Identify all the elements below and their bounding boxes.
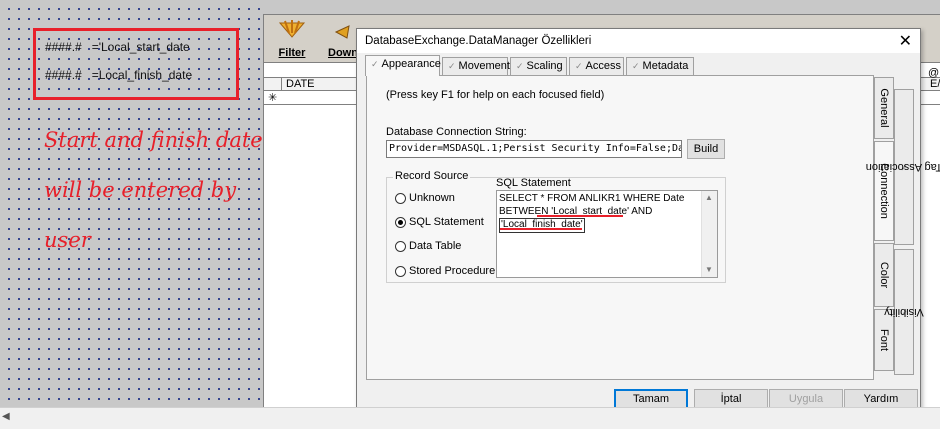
tab-visibility[interactable]: ✓ Visibility <box>884 249 924 375</box>
grid-corner-cell <box>264 78 282 91</box>
annotation-line-1: Start and finish date <box>44 128 263 152</box>
properties-dialog: DatabaseExchange.DataManager Özellikleri… <box>356 28 940 414</box>
dialog-title: DatabaseExchange.DataManager Özellikleri <box>365 35 592 47</box>
scroll-left-icon[interactable]: ◀ <box>2 411 10 422</box>
tab-appearance[interactable]: ✓ Appearance <box>365 55 441 76</box>
annotation-line-2: will be entered by <box>44 178 237 202</box>
annotation-line-3: user <box>44 228 91 252</box>
build-button[interactable]: Build <box>687 139 725 159</box>
filter-button[interactable]: Filter <box>270 17 314 61</box>
radio-unknown[interactable] <box>395 193 406 204</box>
radio-unknown-label: Unknown <box>409 192 455 204</box>
radio-stored-procedure[interactable] <box>395 266 406 277</box>
close-icon[interactable]: ✕ <box>899 31 912 51</box>
scroll-up-icon[interactable]: ▲ <box>705 192 713 205</box>
check-icon: ✓ <box>632 61 640 71</box>
tab-general[interactable]: General <box>874 77 894 139</box>
tab-color[interactable]: Color <box>874 243 894 307</box>
underline-finish-date <box>500 228 582 230</box>
connection-string-label: Database Connection String: <box>386 126 527 138</box>
record-source-label: Record Source <box>393 170 471 182</box>
sql-statement-label: SQL Statement <box>496 177 571 189</box>
appearance-page: (Press key F1 for help on each focused f… <box>366 75 874 380</box>
check-icon: ✓ <box>448 61 456 71</box>
tab-connection[interactable]: Connection <box>874 141 894 241</box>
scroll-down-icon[interactable]: ▼ <box>705 264 713 277</box>
tab-metadata[interactable]: ✓ Metadata <box>626 57 694 75</box>
check-icon: ✓ <box>516 61 524 71</box>
connection-string-input[interactable]: Provider=MSDASQL.1;Persist Security Info… <box>386 140 682 158</box>
finish-date-field[interactable]: ####.# =Local_finish_date <box>45 68 192 82</box>
radio-data-table[interactable] <box>395 241 406 252</box>
new-row-marker: ✳ <box>268 92 278 104</box>
radio-sql-statement-label: SQL Statement <box>409 216 484 228</box>
check-icon: ✓ <box>371 59 379 69</box>
check-icon: ✓ <box>575 61 583 71</box>
tab-tag-association[interactable]: ✓ Tag Association <box>866 89 940 245</box>
sql-line-3: 'Local_finish_date' <box>499 218 585 233</box>
tab-movement[interactable]: ✓ Movement <box>442 57 510 75</box>
radio-data-table-label: Data Table <box>409 240 462 252</box>
grid-header-right: E/ <box>930 78 940 90</box>
radio-sql-statement[interactable] <box>395 217 406 228</box>
sql-statement-textarea[interactable]: SELECT * FROM ANLIKR1 WHERE Date BETWEEN… <box>496 190 718 278</box>
start-date-field[interactable]: ####.# ='Local_start_date <box>45 40 190 54</box>
horizontal-scrollbar[interactable]: ◀ <box>0 407 940 429</box>
sql-scrollbar[interactable]: ▲ ▼ <box>701 191 717 277</box>
help-text: (Press key F1 for help on each focused f… <box>386 89 605 101</box>
sql-line-1: SELECT * FROM ANLIKR1 WHERE Date <box>499 193 685 204</box>
filter-label: Filter <box>278 47 306 59</box>
tab-access[interactable]: ✓ Access <box>569 57 624 75</box>
radio-stored-procedure-label: Stored Procedure <box>409 265 496 277</box>
grid-col-date[interactable]: DATE <box>282 78 360 91</box>
dialog-titlebar: DatabaseExchange.DataManager Özellikleri… <box>357 29 920 53</box>
tab-font[interactable]: Font <box>874 309 894 371</box>
download-icon <box>334 25 350 39</box>
underline-start-date <box>537 215 623 217</box>
filter-icon <box>278 20 306 38</box>
tab-scaling[interactable]: ✓ Scaling <box>510 57 567 75</box>
annotation-highlight-box <box>33 28 239 100</box>
